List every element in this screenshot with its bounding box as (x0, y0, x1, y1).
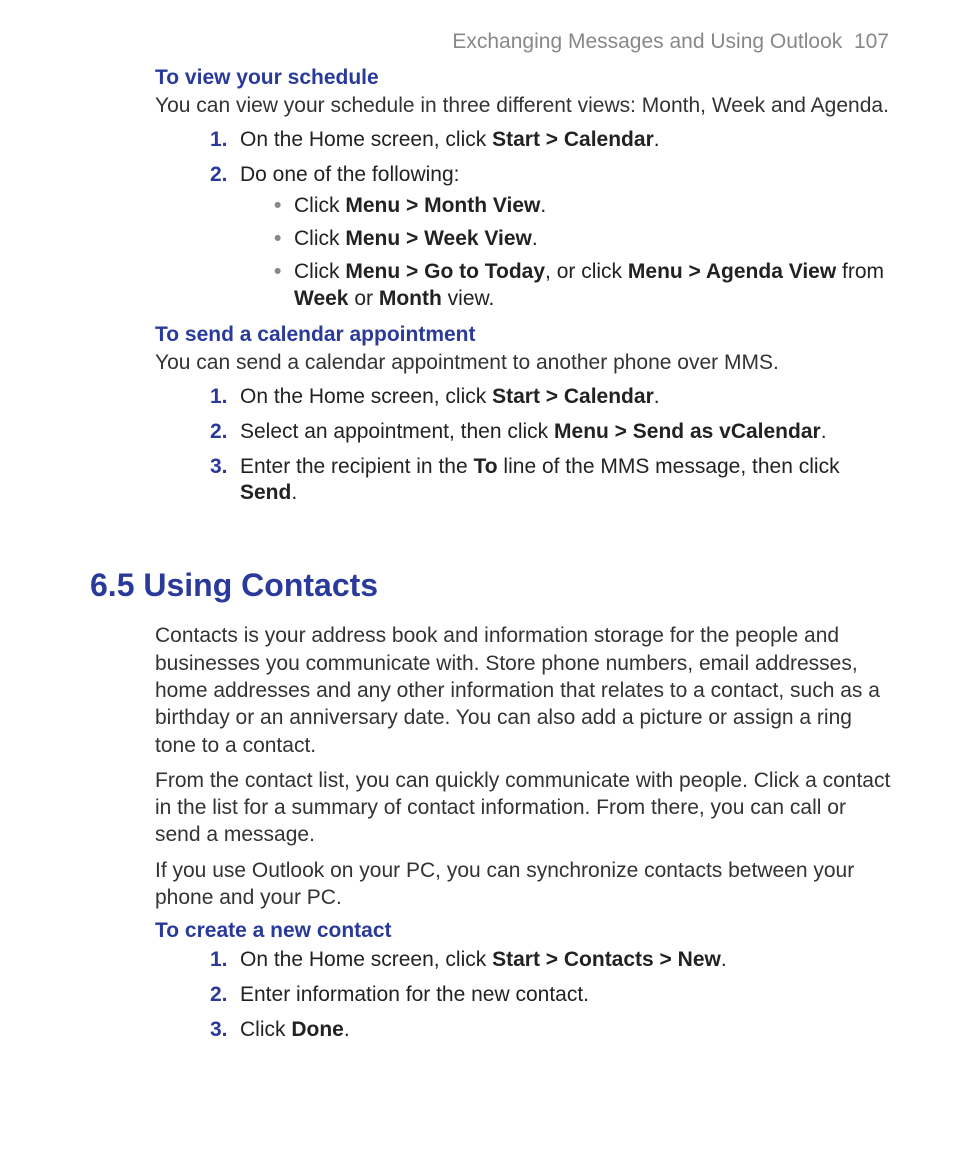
text-run: . (821, 420, 827, 443)
text-run: from (836, 260, 884, 283)
step-item: 3. Click Done. (210, 1017, 894, 1044)
text-run: view. (442, 287, 495, 310)
text-bold: Menu > Agenda View (628, 260, 836, 283)
step-number: 3. (210, 1017, 228, 1044)
bullet-list: Click Menu > Month View. Click Menu > We… (240, 193, 894, 313)
text-run: line of the MMS message, then click (498, 455, 840, 478)
step-item: 3. Enter the recipient in the To line of… (210, 454, 894, 508)
step-item: 2. Do one of the following: Click Menu >… (210, 162, 894, 312)
text-run: . (344, 1018, 350, 1041)
subhead-create-contact: To create a new contact (90, 919, 894, 943)
text-bold: Menu > Month View (345, 194, 540, 217)
section-title-using-contacts: 6.5 Using Contacts (90, 567, 894, 604)
page-number: 107 (854, 30, 889, 53)
text-bold: Menu > Week View (345, 227, 532, 250)
text-run: Click (294, 194, 345, 217)
step-number: 2. (210, 982, 228, 1009)
text-run: . (654, 128, 660, 151)
text-run: , or click (545, 260, 628, 283)
text-run: Click (294, 227, 345, 250)
contacts-para-2: From the contact list, you can quickly c… (90, 767, 894, 849)
bullet-item: Click Menu > Week View. (274, 226, 894, 253)
step-number: 2. (210, 162, 228, 189)
step-item: 1. On the Home screen, click Start > Con… (210, 947, 894, 974)
text-run: On the Home screen, click (240, 948, 492, 971)
text-run: Select an appointment, then click (240, 420, 554, 443)
step-item: 2. Select an appointment, then click Men… (210, 419, 894, 446)
steps-send-appointment: 1. On the Home screen, click Start > Cal… (90, 384, 894, 508)
step-number: 1. (210, 127, 228, 154)
text-run: On the Home screen, click (240, 385, 492, 408)
text-run: . (291, 481, 297, 504)
step-item: 2. Enter information for the new contact… (210, 982, 894, 1009)
text-bold: Menu > Send as vCalendar (554, 420, 821, 443)
steps-view-schedule: 1. On the Home screen, click Start > Cal… (90, 127, 894, 312)
text-run: On the Home screen, click (240, 128, 492, 151)
text-bold: Done (291, 1018, 344, 1041)
text-bold: Month (379, 287, 442, 310)
text-bold: Week (294, 287, 348, 310)
bullet-item: Click Menu > Go to Today, or click Menu … (274, 259, 894, 313)
text-run: . (721, 948, 727, 971)
step-number: 3. (210, 454, 228, 481)
contacts-para-3: If you use Outlook on your PC, you can s… (90, 857, 894, 912)
text-bold: Send (240, 481, 291, 504)
intro-view-schedule: You can view your schedule in three diff… (90, 92, 894, 119)
subhead-view-schedule: To view your schedule (90, 66, 894, 90)
step-item: 1. On the Home screen, click Start > Cal… (210, 127, 894, 154)
text-bold: Start > Contacts > New (492, 948, 721, 971)
text-run: Enter the recipient in the (240, 455, 473, 478)
page-header: Exchanging Messages and Using Outlook 10… (90, 30, 894, 54)
text-bold: Menu > Go to Today (345, 260, 545, 283)
steps-create-contact: 1. On the Home screen, click Start > Con… (90, 947, 894, 1044)
header-title: Exchanging Messages and Using Outlook (452, 30, 842, 53)
text-bold: Start > Calendar (492, 128, 654, 151)
step-item: 1. On the Home screen, click Start > Cal… (210, 384, 894, 411)
document-page: Exchanging Messages and Using Outlook 10… (0, 0, 954, 1094)
text-bold: To (473, 455, 497, 478)
subhead-send-appointment: To send a calendar appointment (90, 323, 894, 347)
text-run: Do one of the following: (240, 163, 459, 186)
text-bold: Start > Calendar (492, 385, 654, 408)
step-number: 2. (210, 419, 228, 446)
bullet-item: Click Menu > Month View. (274, 193, 894, 220)
intro-send-appointment: You can send a calendar appointment to a… (90, 349, 894, 376)
text-run: Enter information for the new contact. (240, 983, 589, 1006)
text-run: Click (240, 1018, 291, 1041)
text-run: . (532, 227, 538, 250)
text-run: . (540, 194, 546, 217)
contacts-para-1: Contacts is your address book and inform… (90, 622, 894, 758)
text-run: or (348, 287, 378, 310)
text-run: . (654, 385, 660, 408)
text-run: Click (294, 260, 345, 283)
step-number: 1. (210, 384, 228, 411)
step-number: 1. (210, 947, 228, 974)
